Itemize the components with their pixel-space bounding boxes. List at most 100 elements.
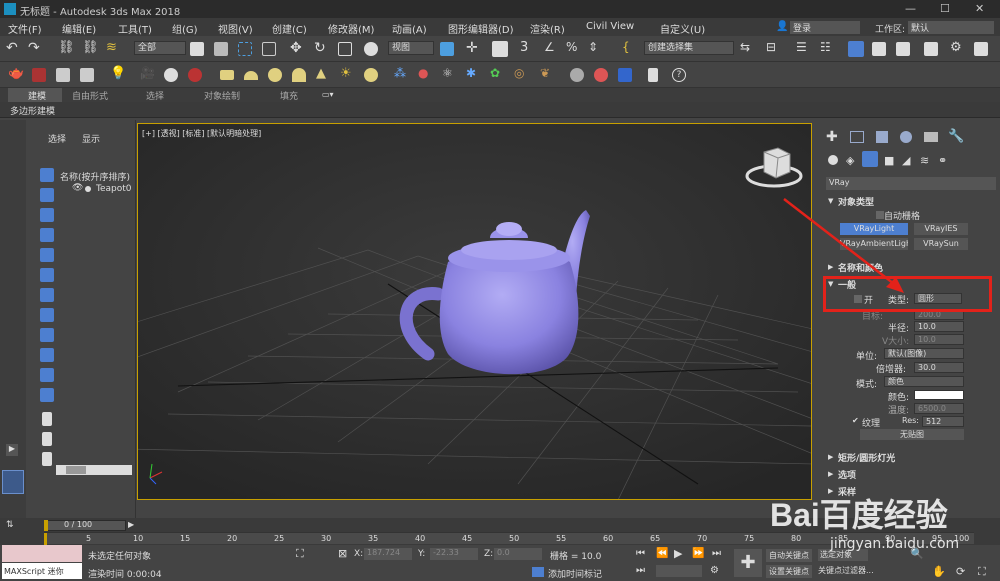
vray-camera-icon[interactable]: 🎥 xyxy=(140,66,158,84)
menu-views[interactable]: 视图(V) xyxy=(218,21,253,36)
color-swatch[interactable] xyxy=(914,390,964,400)
filter-helpers-icon[interactable] xyxy=(40,248,54,262)
menu-animation[interactable]: 动画(A) xyxy=(392,21,427,36)
angle-snap-icon[interactable]: ∠ xyxy=(544,40,562,58)
next-frame-icon[interactable]: ⏩ xyxy=(692,548,704,559)
vray-proxy-icon[interactable]: ● xyxy=(418,66,436,84)
rotate-icon[interactable]: ↻ xyxy=(314,40,332,58)
scene-item-teapot[interactable]: Teapot0 xyxy=(96,184,132,194)
maximize-icon[interactable]: ☐ xyxy=(940,2,950,15)
material-editor-icon[interactable] xyxy=(924,42,938,56)
multiplier-spinner[interactable]: 30.0 xyxy=(914,362,964,373)
vray-mesh-icon[interactable] xyxy=(188,68,202,82)
scene-column-header[interactable]: 名称(按升序排序) xyxy=(60,170,130,183)
renderer-dropdown[interactable]: VRay xyxy=(826,177,996,190)
select-manipulate-icon[interactable]: ✛ xyxy=(466,40,484,58)
redo-icon[interactable]: ↷ xyxy=(28,40,46,58)
undo-icon[interactable]: ↶ xyxy=(6,40,24,58)
isolate-icon[interactable]: ⛶ xyxy=(296,547,304,561)
filter-none-icon[interactable] xyxy=(42,432,52,446)
prev-frame-icon[interactable]: ⏪ xyxy=(656,548,668,559)
filter-xrefs-icon[interactable] xyxy=(40,308,54,322)
vray-flake-icon[interactable]: ✱ xyxy=(466,66,484,84)
vray-cone-icon[interactable]: ▲ xyxy=(316,66,334,84)
collapse-icon[interactable]: ▶ xyxy=(828,453,833,461)
scene-tab-select[interactable]: 选择 xyxy=(48,132,66,145)
scene-tab-display[interactable]: 显示 xyxy=(82,132,100,145)
filter-bones-icon[interactable] xyxy=(40,328,54,342)
rect-selection-icon[interactable] xyxy=(238,42,252,56)
maxscript-listener[interactable] xyxy=(2,545,82,562)
perspective-viewport[interactable]: [+] [透视] [标准] [默认明暗处理] xyxy=(137,123,812,500)
schematic-view-icon[interactable] xyxy=(896,42,910,56)
hierarchy-tab-icon[interactable] xyxy=(876,131,888,143)
vray-ambient-icon[interactable] xyxy=(364,68,378,82)
move-icon[interactable]: ✥ xyxy=(290,40,308,58)
filter-containers-icon[interactable] xyxy=(40,348,54,362)
select-by-name-icon[interactable] xyxy=(214,42,228,56)
cameras-icon[interactable]: ■ xyxy=(884,154,894,167)
pan-icon[interactable]: ✋ xyxy=(932,565,946,578)
filter-cameras-icon[interactable] xyxy=(40,228,54,242)
lights-icon[interactable] xyxy=(862,151,878,167)
systems-icon[interactable]: ⚭ xyxy=(938,154,947,167)
viewport-canvas[interactable] xyxy=(138,124,812,500)
helpers-icon[interactable]: ◢ xyxy=(902,154,910,167)
vray-plane-icon[interactable] xyxy=(220,70,234,80)
ribbon-tab-populate[interactable]: 填充 xyxy=(280,89,298,102)
radius-spinner[interactable]: 10.0 xyxy=(914,321,964,332)
ribbon-tab-selection[interactable]: 选择 xyxy=(146,89,164,102)
scale-icon[interactable] xyxy=(338,42,352,56)
units-dropdown[interactable]: 默认(图像) xyxy=(884,348,964,359)
link-icon[interactable]: ⛓ xyxy=(58,40,76,58)
menu-graph-editors[interactable]: 图形编辑器(D) xyxy=(448,21,514,36)
place-icon[interactable] xyxy=(364,42,378,56)
filter-hidden-icon[interactable] xyxy=(40,388,54,402)
z-field[interactable]: 0.0 xyxy=(494,548,542,560)
lock-selection-icon[interactable]: ⊠ xyxy=(338,547,347,560)
filter-all-icon[interactable] xyxy=(42,412,52,426)
minimize-icon[interactable]: — xyxy=(905,2,916,15)
ribbon-tab-freeform[interactable]: 自由形式 xyxy=(72,89,108,102)
select-object-icon[interactable] xyxy=(190,42,204,56)
vray-sphere-fade-icon[interactable] xyxy=(570,68,584,82)
ribbon-tab-object-paint[interactable]: 对象绘制 xyxy=(204,89,240,102)
play-icon[interactable]: ▶ xyxy=(674,547,682,560)
x-field[interactable]: 187.724 xyxy=(364,548,412,560)
temperature-spinner[interactable]: 6500.0 xyxy=(914,403,964,414)
key-filters-button[interactable]: 关键点过滤器... xyxy=(818,565,874,576)
vsize-spinner[interactable]: 10.0 xyxy=(914,334,964,345)
unlink-icon[interactable]: ⛓ xyxy=(82,40,100,58)
vray-half-sphere-icon[interactable] xyxy=(244,71,258,80)
mode-dropdown[interactable]: 颜色 xyxy=(884,376,964,387)
utilities-tab-icon[interactable]: 🔧 xyxy=(948,129,964,144)
vray-ies-icon[interactable] xyxy=(292,68,306,82)
filter-spacewarps-icon[interactable] xyxy=(40,268,54,282)
menu-tools[interactable]: 工具(T) xyxy=(118,21,152,36)
vray-hair-icon[interactable]: ❦ xyxy=(540,66,558,84)
filter-lights-icon[interactable] xyxy=(40,208,54,222)
menu-customize[interactable]: 自定义(U) xyxy=(660,21,705,36)
geometry-icon[interactable] xyxy=(828,155,838,165)
motion-tab-icon[interactable] xyxy=(900,131,912,143)
shapes-icon[interactable]: ◈ xyxy=(846,154,854,167)
spacewarps-icon[interactable]: ≋ xyxy=(920,154,929,167)
options-header[interactable]: 选项 xyxy=(838,468,856,481)
filter-groups-icon[interactable] xyxy=(40,288,54,302)
vray-render-icon[interactable] xyxy=(56,68,70,82)
teapot-icon[interactable]: 🫖 xyxy=(8,66,26,84)
vray-sun-icon[interactable]: ☀ xyxy=(340,66,358,84)
key-mode-icon[interactable]: ⏭ xyxy=(636,565,645,576)
layer-explorer-icon[interactable]: ☷ xyxy=(820,40,838,58)
maxscript-mini-label[interactable]: MAXScript 迷你 xyxy=(2,563,82,579)
filter-shapes-icon[interactable] xyxy=(40,188,54,202)
percent-snap-icon[interactable]: % xyxy=(566,40,584,58)
display-tab-icon[interactable] xyxy=(924,132,938,142)
menu-create[interactable]: 创建(C) xyxy=(272,21,307,36)
modify-tab-icon[interactable] xyxy=(850,131,864,143)
maximize-viewport-icon[interactable]: ⛶ xyxy=(978,565,986,579)
vray-shell-icon[interactable]: ◎ xyxy=(514,66,532,84)
expand-arrow-icon[interactable]: ▶ xyxy=(6,444,18,456)
vraysun-button[interactable]: VRaySun xyxy=(914,238,968,250)
viewport-layout-thumb[interactable] xyxy=(2,470,24,494)
